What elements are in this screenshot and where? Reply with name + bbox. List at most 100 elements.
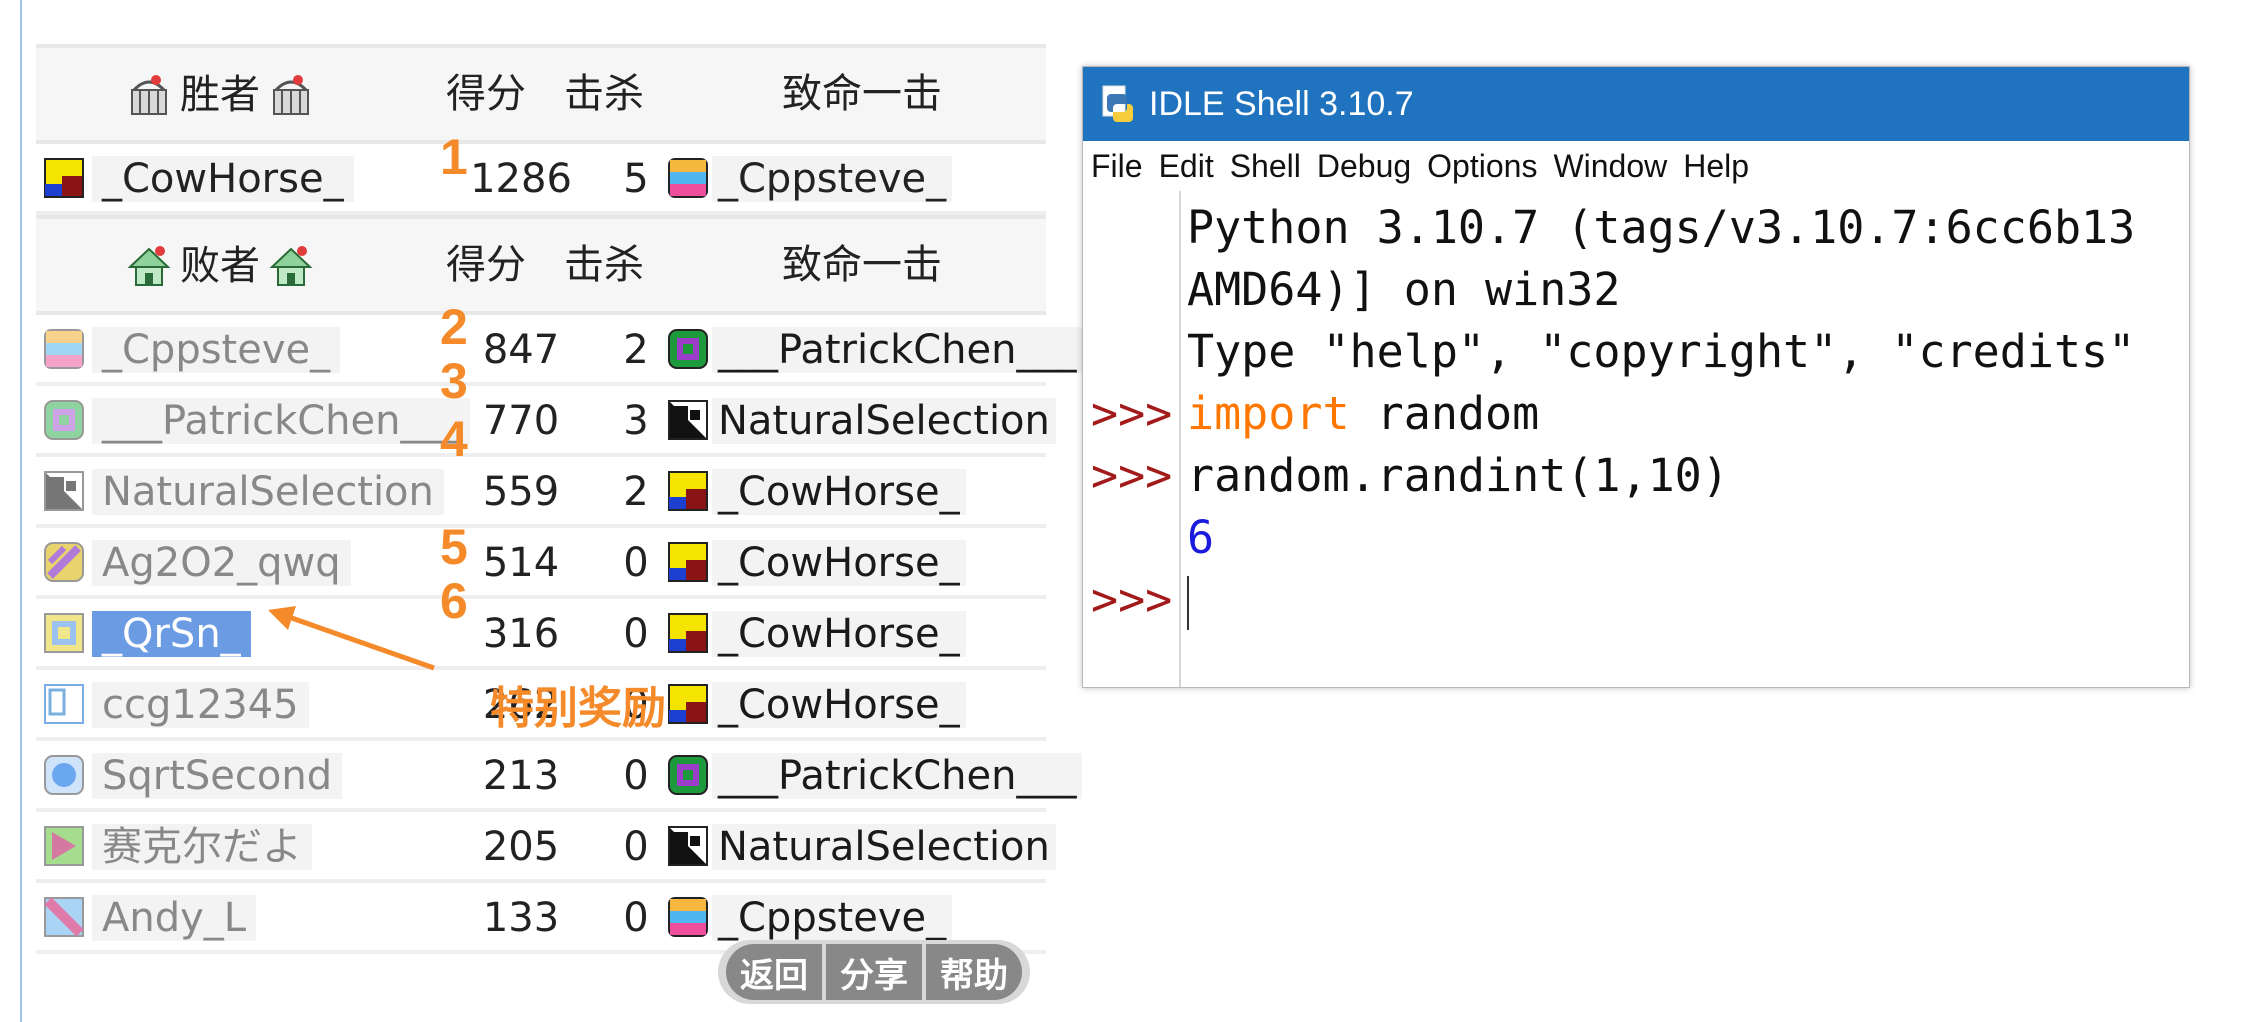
text-caret[interactable] <box>1187 569 1189 631</box>
table-row: NaturalSelection 559 2 _CowHorse_ <box>36 457 1046 528</box>
house-icon <box>127 246 171 286</box>
finisher-name[interactable]: _CowHorse_ <box>712 682 966 728</box>
player-avatar-icon <box>668 400 708 440</box>
kills-column-header: 击杀 <box>564 71 644 117</box>
loser-header: 败者 得分 击杀 致命一击 <box>36 215 1046 315</box>
shell-text-area[interactable]: Python 3.10.7 (tags/v3.10.7:6cc6b13 AMD6… <box>1083 191 2189 687</box>
player-kills: 0 <box>623 895 649 941</box>
player-name[interactable]: Ag2O2_qwq <box>92 540 351 586</box>
menu-edit[interactable]: Edit <box>1159 148 1214 185</box>
player-name[interactable]: ccg12345 <box>92 682 309 728</box>
player-avatar-icon <box>668 329 708 369</box>
winner-kills: 5 <box>623 156 649 202</box>
finisher-name[interactable]: _Cppsteve_ <box>712 895 953 941</box>
player-avatar-icon <box>668 755 708 795</box>
shell-prompt: >>> <box>1091 449 1173 502</box>
keyword-token: import <box>1187 387 1350 440</box>
score-column-header: 得分 <box>446 71 526 117</box>
player-score: 213 <box>482 753 560 799</box>
page-left-border <box>20 0 22 1022</box>
trophy-basket-icon <box>131 75 167 115</box>
shell-line-output: 6 <box>1187 511 1215 564</box>
shell-prompt: >>> <box>1091 573 1173 626</box>
winner-name[interactable]: _CowHorse_ <box>92 156 354 202</box>
special-reward-annotation: 特别奖励 <box>490 683 666 734</box>
player-kills: 0 <box>623 611 649 657</box>
player-avatar-icon <box>44 329 84 369</box>
table-row: 赛克尔だよ 205 0 NaturalSelection <box>36 812 1056 883</box>
finisher-name[interactable]: NaturalSelection <box>712 398 1056 444</box>
score-column-header: 得分 <box>446 242 526 288</box>
finisher-name[interactable]: _CowHorse_ <box>712 540 966 586</box>
player-name[interactable]: 赛克尔だよ <box>92 824 312 870</box>
help-button[interactable]: 帮助 <box>926 944 1022 1000</box>
rank-annotation: 3 <box>440 353 468 409</box>
finisher-name[interactable]: ___PatrickChen___ <box>712 753 1083 799</box>
share-button[interactable]: 分享 <box>826 944 922 1000</box>
winner-header-title: 胜者 <box>126 72 314 118</box>
finisher-name[interactable]: _CowHorse_ <box>712 611 966 657</box>
kills-column-header: 击杀 <box>564 242 644 288</box>
player-name[interactable]: Andy_L <box>92 895 257 941</box>
player-name[interactable]: ___PatrickChen___ <box>92 398 471 444</box>
arrow-annotation-icon <box>268 606 435 671</box>
player-name[interactable]: _Cppsteve_ <box>92 327 341 373</box>
table-row: _QrSn_ 316 0 _CowHorse_ <box>36 599 1046 670</box>
player-score: 559 <box>482 469 560 515</box>
player-score: 205 <box>482 824 560 870</box>
finisher-name[interactable]: _CowHorse_ <box>712 469 966 515</box>
shell-line-input: random.randint(1,10) <box>1187 449 1729 502</box>
trophy-basket-icon <box>273 75 309 115</box>
rank-annotation: 6 <box>440 573 468 629</box>
finisher-name[interactable]: ___PatrickChen___ <box>712 327 1083 373</box>
player-avatar-icon <box>44 158 84 198</box>
window-title: IDLE Shell 3.10.7 <box>1149 84 1414 123</box>
winner-finisher[interactable]: _Cppsteve_ <box>712 156 953 202</box>
rank-annotation: 2 <box>440 299 468 355</box>
player-kills: 3 <box>623 398 649 444</box>
player-kills: 0 <box>623 540 649 586</box>
menu-bar: File Edit Shell Debug Options Window Hel… <box>1083 141 2189 191</box>
menu-options[interactable]: Options <box>1427 148 1537 185</box>
rank-annotation: 1 <box>440 129 468 185</box>
player-avatar-icon <box>668 158 708 198</box>
menu-shell[interactable]: Shell <box>1230 148 1301 185</box>
table-row: ___PatrickChen___ 770 3 NaturalSelection <box>36 386 1056 457</box>
winner-row: _CowHorse_ 1286 5 _Cppsteve_ <box>36 144 1046 215</box>
back-button[interactable]: 返回 <box>726 944 822 1000</box>
player-name[interactable]: SqrtSecond <box>92 753 343 799</box>
player-avatar-icon <box>668 471 708 511</box>
player-avatar-icon <box>668 613 708 653</box>
finisher-name[interactable]: NaturalSelection <box>712 824 1056 870</box>
menu-debug[interactable]: Debug <box>1317 148 1411 185</box>
window-titlebar[interactable]: IDLE Shell 3.10.7 <box>1083 67 2189 141</box>
scoreboard: 胜者 得分 击杀 致命一击 _CowHorse_ 1286 5 _Cppstev… <box>36 44 1083 954</box>
finisher-column-header: 致命一击 <box>782 71 942 117</box>
shell-prompt: >>> <box>1091 387 1173 440</box>
player-avatar-icon <box>44 826 84 866</box>
player-avatar-icon <box>44 400 84 440</box>
rank-annotation: 4 <box>440 411 468 467</box>
loser-header-title: 败者 <box>126 243 314 289</box>
table-row: Ag2O2_qwq 514 0 _CowHorse_ <box>36 528 1046 599</box>
menu-file[interactable]: File <box>1091 148 1143 185</box>
player-name-selected[interactable]: _QrSn_ <box>92 611 251 657</box>
player-avatar-icon <box>44 613 84 653</box>
player-avatar-icon <box>668 897 708 937</box>
player-kills: 0 <box>623 824 649 870</box>
player-name[interactable]: NaturalSelection <box>92 469 444 515</box>
player-avatar-icon <box>668 826 708 866</box>
player-avatar-icon <box>44 471 84 511</box>
code-token: random <box>1349 387 1540 440</box>
player-score: 133 <box>482 895 560 941</box>
player-kills: 2 <box>623 469 649 515</box>
player-avatar-icon <box>44 755 84 795</box>
idle-shell-window: IDLE Shell 3.10.7 File Edit Shell Debug … <box>1082 66 2190 688</box>
rank-annotation: 5 <box>440 519 468 575</box>
menu-window[interactable]: Window <box>1553 148 1667 185</box>
table-row: _Cppsteve_ 847 2 ___PatrickChen___ <box>36 315 1083 386</box>
house-icon <box>269 246 313 286</box>
player-avatar-icon <box>668 684 708 724</box>
action-button-group: 返回 分享 帮助 <box>718 940 1030 1004</box>
menu-help[interactable]: Help <box>1683 148 1749 185</box>
